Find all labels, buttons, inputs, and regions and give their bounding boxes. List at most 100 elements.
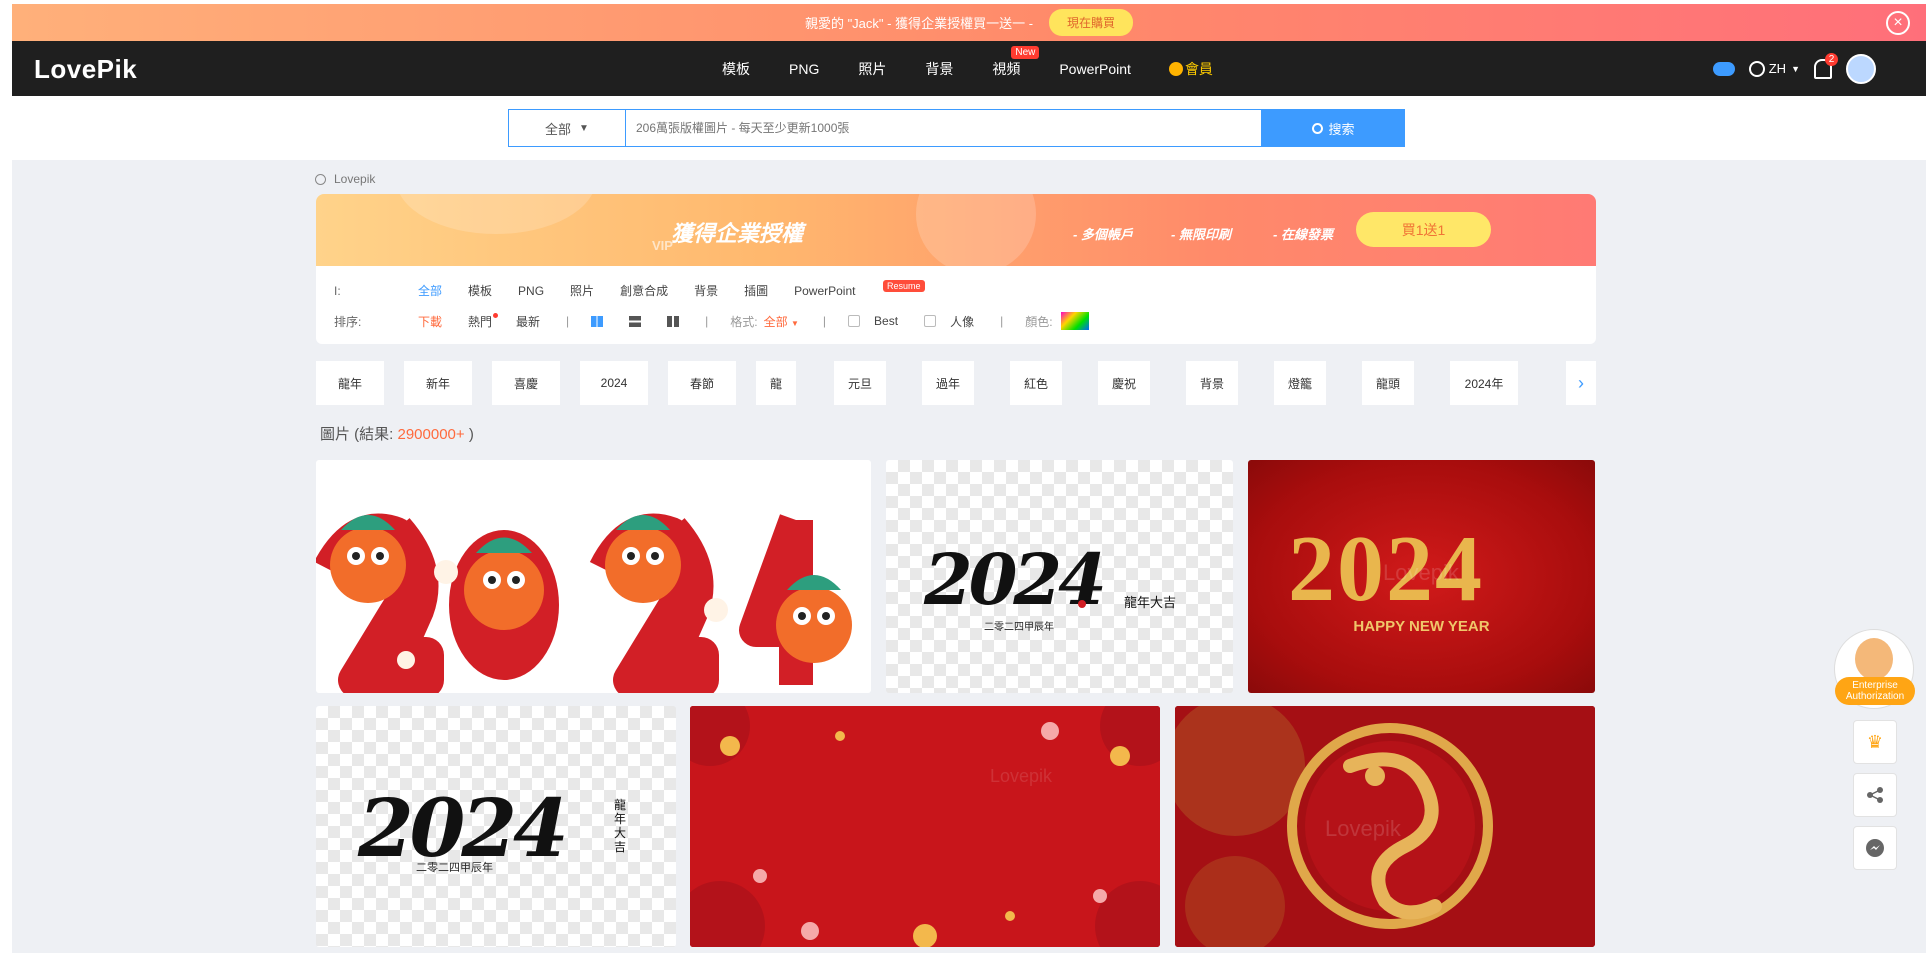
tag-item[interactable]: 元旦 xyxy=(834,361,886,405)
vip-label: 會員 xyxy=(1184,60,1213,77)
nav-item-vip[interactable]: 會員 xyxy=(1168,59,1213,79)
tag-item[interactable]: 龍頭 xyxy=(1362,361,1414,405)
tag-item[interactable]: 龍年 xyxy=(316,361,384,405)
crown-icon xyxy=(1168,61,1183,76)
nav-item-background[interactable]: 背景 xyxy=(925,59,953,79)
format-select[interactable]: 全部 ▼ xyxy=(764,313,799,330)
results-suffix: ) xyxy=(464,426,474,443)
color-picker-icon[interactable] xyxy=(1060,312,1089,330)
watermark: Lovepik xyxy=(1325,816,1401,841)
type-option-illustration[interactable]: 插圖 xyxy=(744,282,768,299)
avatar[interactable] xyxy=(1846,53,1876,84)
enterprise-authorization-widget[interactable]: Enterprise Authorization xyxy=(1834,629,1915,709)
column-view-icon[interactable] xyxy=(667,315,680,327)
type-option-all[interactable]: 全部 xyxy=(418,282,442,299)
masonry-view-icon[interactable] xyxy=(591,315,604,327)
share-button[interactable] xyxy=(1853,773,1897,817)
format-label: 格式: xyxy=(730,314,758,329)
tag-item[interactable]: 背景 xyxy=(1186,361,1238,405)
tag-item[interactable]: 春節 xyxy=(668,361,736,405)
promo-buy-button[interactable]: 現在購買 xyxy=(1049,9,1134,36)
buy-one-get-one-button[interactable]: 買1送1 xyxy=(1356,212,1491,247)
top-nav: LovePik 模板 PNG 照片 背景 視頻 New PowerPoint 會… xyxy=(12,41,1926,96)
vip-crown-button[interactable]: ♛ xyxy=(1853,720,1897,764)
card-calligraphy-bottom: 二零二四甲辰年 xyxy=(416,862,493,874)
list-view-icon[interactable] xyxy=(629,315,642,327)
language-label: ZH xyxy=(1768,61,1787,76)
sort-option-popular-label: 熱門 xyxy=(468,314,493,329)
type-option-png[interactable]: PNG xyxy=(518,284,544,298)
sort-label: 排序: xyxy=(334,314,362,329)
watermark: Lovepik xyxy=(990,766,1053,786)
breadcrumb: Lovepik xyxy=(315,172,375,186)
card-gold-text: HAPPY NEW YEAR xyxy=(1353,618,1490,635)
nav-item-video[interactable]: 視頻 New xyxy=(992,45,1040,79)
card-calligraphy-side: 龍年大吉 xyxy=(614,798,627,854)
nav-item-png[interactable]: PNG xyxy=(789,61,819,77)
messenger-button[interactable] xyxy=(1853,826,1897,870)
language-selector[interactable]: ZH ▼ xyxy=(1748,60,1800,77)
bell-icon[interactable]: 2 xyxy=(1814,52,1838,79)
banner-feature: - 無限印刷 xyxy=(1171,227,1231,242)
floral-pattern-artwork xyxy=(690,706,1160,947)
image-card[interactable]: 2024 龍年大吉 二零二四甲辰年 xyxy=(886,460,1233,693)
results-number: 2900000+ xyxy=(397,426,465,443)
tag-item[interactable]: 2024年 xyxy=(1450,361,1518,405)
new-badge: New xyxy=(1011,45,1040,59)
enterprise-banner[interactable]: VIP 獲得企業授權 - 多個帳戶 - 無限印刷 - 在線發票 買1送1 xyxy=(316,194,1596,266)
image-card[interactable]: Lovepik xyxy=(1175,706,1595,947)
format-value: 全部 xyxy=(763,314,788,329)
home-icon xyxy=(315,173,326,185)
tag-item[interactable]: 喜慶 xyxy=(492,361,560,405)
best-label: Best xyxy=(874,314,899,328)
divider: | xyxy=(705,314,709,328)
tag-item[interactable]: 新年 xyxy=(404,361,472,405)
sort-option-newest[interactable]: 最新 xyxy=(516,313,540,330)
nav-right: ZH ▼ 2 xyxy=(1699,41,1876,96)
best-checkbox[interactable] xyxy=(848,315,861,327)
tag-item[interactable]: 過年 xyxy=(922,361,974,405)
close-icon[interactable]: × xyxy=(1886,11,1910,35)
image-card[interactable]: Lovepik xyxy=(690,706,1160,947)
sort-option-downloads[interactable]: 下載 xyxy=(418,313,442,330)
chevron-down-icon: ▼ xyxy=(1791,63,1800,74)
banner-decoration xyxy=(916,194,1036,266)
image-card[interactable]: 2024 HAPPY NEW YEAR Lovepik xyxy=(1248,460,1595,693)
messenger-icon xyxy=(1866,839,1884,857)
breadcrumb-link[interactable]: Lovepik xyxy=(334,172,375,186)
image-card[interactable]: 2024 龍年大吉 二零二四甲辰年 xyxy=(316,706,676,947)
chevron-right-icon[interactable]: › xyxy=(1566,361,1596,405)
banner-vip-mark: VIP xyxy=(652,238,673,253)
type-option-creative[interactable]: 創意合成 xyxy=(620,282,668,299)
type-option-background[interactable]: 背景 xyxy=(694,282,718,299)
nav-item-photo[interactable]: 照片 xyxy=(858,59,886,79)
tag-item[interactable]: 燈籠 xyxy=(1274,361,1326,405)
tag-item[interactable]: 龍 xyxy=(756,361,796,405)
nav-item-template[interactable]: 模板 xyxy=(722,59,750,79)
tag-item[interactable]: 2024 xyxy=(580,361,648,405)
logo[interactable]: LovePik xyxy=(34,54,137,85)
sort-option-popular[interactable]: 熱門 xyxy=(468,312,499,330)
mascot-avatar xyxy=(1855,638,1893,680)
nav-item-powerpoint[interactable]: PowerPoint xyxy=(1059,61,1131,77)
card-calligraphy-sub: 龍年大吉 xyxy=(1124,595,1177,610)
people-checkbox[interactable] xyxy=(924,315,937,327)
tag-item[interactable]: 紅色 xyxy=(1010,361,1062,405)
cloud-upload-icon[interactable] xyxy=(1712,61,1735,76)
search-button[interactable]: 搜索 xyxy=(1262,109,1405,147)
type-option-template[interactable]: 模板 xyxy=(468,282,492,299)
results-prefix: 圖片 (結果: xyxy=(320,426,398,443)
tag-bar: 龍年 新年 喜慶 2024 春節 龍 元旦 過年 紅色 慶祝 背景 燈籠 龍頭 … xyxy=(316,361,1596,405)
search-category-select[interactable]: 全部 ▼ xyxy=(508,109,625,147)
search-button-label: 搜索 xyxy=(1328,121,1355,137)
type-option-powerpoint[interactable]: PowerPoint xyxy=(794,284,855,298)
banner-decoration xyxy=(396,194,596,234)
image-card[interactable] xyxy=(316,460,871,693)
promo-bar: 親愛的 "Jack" - 獲得企業授權買一送一 - 現在購買 × xyxy=(12,4,1926,41)
sort-filter-row: 排序: 下載 熱門 最新 | | 格式: 全部 ▼ | Best 人像 | 顏色… xyxy=(334,312,1089,330)
type-option-photo[interactable]: 照片 xyxy=(570,282,594,299)
people-label: 人像 xyxy=(950,314,975,329)
tag-item[interactable]: 慶祝 xyxy=(1098,361,1150,405)
banner-title: 獲得企業授權 xyxy=(671,221,804,246)
search-input[interactable] xyxy=(625,109,1262,147)
